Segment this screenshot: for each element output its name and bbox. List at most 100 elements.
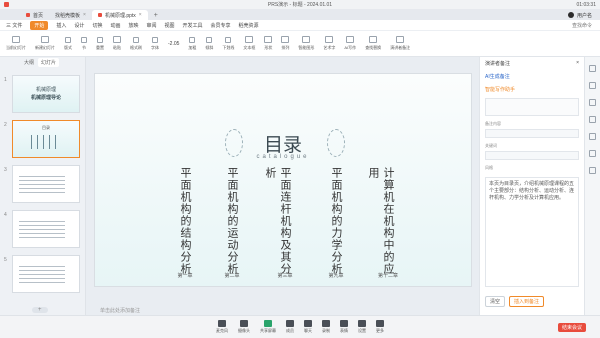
new-slide-button[interactable]: 新建幻灯片 — [35, 36, 55, 51]
toc-item-4[interactable]: 平面机构的力学分析 — [328, 167, 344, 275]
toc-item-5[interactable]: 计算机在机构中的应用 — [367, 167, 396, 286]
tool-label: 字体 — [151, 44, 159, 50]
speaker-notes-button[interactable]: 演讲者备注 — [390, 36, 410, 51]
menu-animation[interactable]: 动画 — [110, 22, 120, 29]
current-slide-button[interactable]: 当前幻灯片 — [6, 36, 26, 51]
arrange-button[interactable]: 排列 — [281, 36, 290, 51]
properties-icon[interactable] — [589, 65, 596, 72]
tab-document[interactable]: 机械原理.pptx × — [91, 10, 148, 20]
slide-thumbnail-2[interactable]: 2 目录 — [4, 120, 80, 158]
clock: 01:03:31 — [576, 1, 596, 8]
clear-button[interactable]: 清空 — [485, 296, 506, 307]
format-painter-button[interactable]: 格式刷 — [130, 36, 142, 51]
end-meeting-button[interactable]: 结束会议 — [557, 323, 586, 332]
window-title: PRS演示 - 标题 - 2024.01.01 — [267, 2, 333, 8]
menu-file[interactable]: 三 文件 — [6, 22, 22, 29]
textbox-button[interactable]: 文本框 — [243, 36, 255, 51]
animation-icon[interactable] — [589, 99, 596, 106]
slide-subtitle[interactable]: catalogue — [95, 154, 471, 160]
editing-canvas[interactable]: 目录 catalogue 平面机构的结构分析 平面机构的运动分析 平面连杆机构及… — [86, 57, 479, 305]
close-icon[interactable]: × — [83, 12, 86, 18]
menu-resources[interactable]: 稻壳资源 — [239, 22, 259, 29]
tool-label: 下划线 — [222, 44, 235, 50]
ai-write-button[interactable]: AI写作 — [344, 36, 356, 51]
tab-home[interactable]: 首页 — [20, 10, 49, 20]
writing-assistant-link[interactable]: 智能写作助手 — [485, 86, 579, 93]
italic-button[interactable]: 倾斜 — [205, 36, 213, 51]
dock-label: 表情 — [340, 328, 348, 333]
menu-insert[interactable]: 插入 — [56, 22, 66, 29]
close-icon[interactable]: × — [139, 12, 142, 18]
menu-view[interactable]: 视图 — [165, 22, 175, 29]
font-select[interactable]: 字体 — [151, 36, 159, 51]
record-icon — [322, 320, 330, 327]
settings-icon[interactable] — [589, 167, 596, 174]
chapter-label-4: 第九章 — [328, 273, 344, 279]
keyword-field[interactable] — [485, 151, 579, 160]
menu-vip[interactable]: 会员专享 — [211, 22, 231, 29]
slide-preview — [12, 210, 80, 248]
tab-outline[interactable]: 大纲 — [24, 59, 34, 66]
reset-button[interactable]: 重置 — [96, 36, 104, 51]
tab-templates[interactable]: 找稻壳模板 × — [49, 10, 92, 20]
option-box[interactable] — [485, 98, 579, 116]
toc-item-1[interactable]: 平面机构的结构分析 — [177, 167, 193, 275]
field-label: 关键词 — [485, 143, 497, 148]
mic-button[interactable]: 麦克风 — [216, 320, 228, 334]
toc-item-2[interactable]: 平面机构的运动分析 — [224, 167, 240, 275]
title-bar: PRS演示 - 标题 - 2024.01.01 01:03:31 — [0, 0, 600, 9]
font-size-value[interactable]: -2.05 — [168, 41, 179, 47]
more-button[interactable]: 更多 — [376, 320, 384, 334]
user-name: 用户名 — [576, 12, 592, 19]
chapter-label-2: 第二章 — [224, 273, 240, 279]
add-slide-button[interactable]: + — [32, 307, 48, 313]
close-icon[interactable]: × — [576, 60, 579, 67]
chat-button[interactable]: 聊天 — [304, 320, 312, 334]
members-button[interactable]: 成员 — [286, 320, 294, 334]
slide-thumbnail-4[interactable]: 4 — [4, 210, 80, 248]
current-slide[interactable]: 目录 catalogue 平面机构的结构分析 平面机构的运动分析 平面连杆机构及… — [94, 73, 472, 287]
insert-notes-button[interactable]: 插入到备注 — [509, 296, 545, 307]
emoji-button[interactable]: 表情 — [340, 320, 348, 334]
layers-icon[interactable] — [589, 116, 596, 123]
meeting-dock: 麦克风 摄像头 共享屏幕 成员 聊天 录制 表情 设置 更多 结束会议 — [0, 315, 600, 338]
user-area[interactable]: 用户名 — [567, 10, 600, 20]
avatar[interactable] — [567, 12, 574, 18]
section-button[interactable]: 节 — [81, 36, 87, 51]
camera-button[interactable]: 摄像头 — [238, 320, 250, 334]
new-tab-button[interactable]: + — [148, 10, 164, 20]
menu-design[interactable]: 设计 — [74, 22, 84, 29]
slide-thumbnail-5[interactable]: 5 — [4, 255, 80, 293]
toc-item-3[interactable]: 平面连杆机构及其分析 — [264, 167, 293, 286]
menu-slideshow[interactable]: 放映 — [128, 22, 138, 29]
record-button[interactable]: 录制 — [322, 320, 330, 334]
wordart-button[interactable]: 艺术字 — [323, 36, 335, 51]
tab-slides[interactable]: 幻灯片 — [38, 57, 60, 67]
menu-home[interactable]: 开始 — [30, 20, 49, 30]
slide-thumbnail-1[interactable]: 1 机械原理 机械原理导论 — [4, 75, 80, 113]
style-icon[interactable] — [589, 82, 596, 89]
content-field[interactable] — [485, 129, 579, 138]
underline-button[interactable]: 下划线 — [222, 36, 235, 51]
slide-thumbnail-3[interactable]: 3 — [4, 165, 80, 203]
menu-developer[interactable]: 开发工具 — [183, 22, 203, 29]
smartart-icon — [302, 36, 311, 43]
slide-title[interactable]: 目录 — [95, 130, 471, 157]
shape-button[interactable]: 形状 — [264, 36, 273, 51]
share-screen-button[interactable]: 共享屏幕 — [260, 320, 276, 334]
notes-text-area[interactable]: 本页为目录页，介绍机械原理课程的五个主要部分：结构分析、运动分析、连杆机构、力学… — [485, 177, 579, 287]
smartart-button[interactable]: 智能图形 — [298, 36, 314, 51]
paste-button[interactable]: 粘贴 — [113, 36, 121, 51]
layout-button[interactable]: 版式 — [64, 36, 72, 51]
settings-button[interactable]: 设置 — [358, 320, 366, 334]
comment-icon[interactable] — [589, 133, 596, 140]
notes-input[interactable]: 单击此处添加备注 — [86, 305, 479, 315]
menu-review[interactable]: 审阅 — [146, 22, 156, 29]
share-icon[interactable] — [589, 150, 596, 157]
find-replace-button[interactable]: 查找替换 — [365, 36, 381, 51]
menu-transitions[interactable]: 切换 — [92, 22, 102, 29]
tool-label: 艺术字 — [323, 45, 336, 50]
command-search[interactable]: 查找命令 — [572, 22, 592, 29]
bold-button[interactable]: 加粗 — [188, 36, 196, 51]
ai-generate-link[interactable]: AI生成备注 — [485, 73, 579, 80]
